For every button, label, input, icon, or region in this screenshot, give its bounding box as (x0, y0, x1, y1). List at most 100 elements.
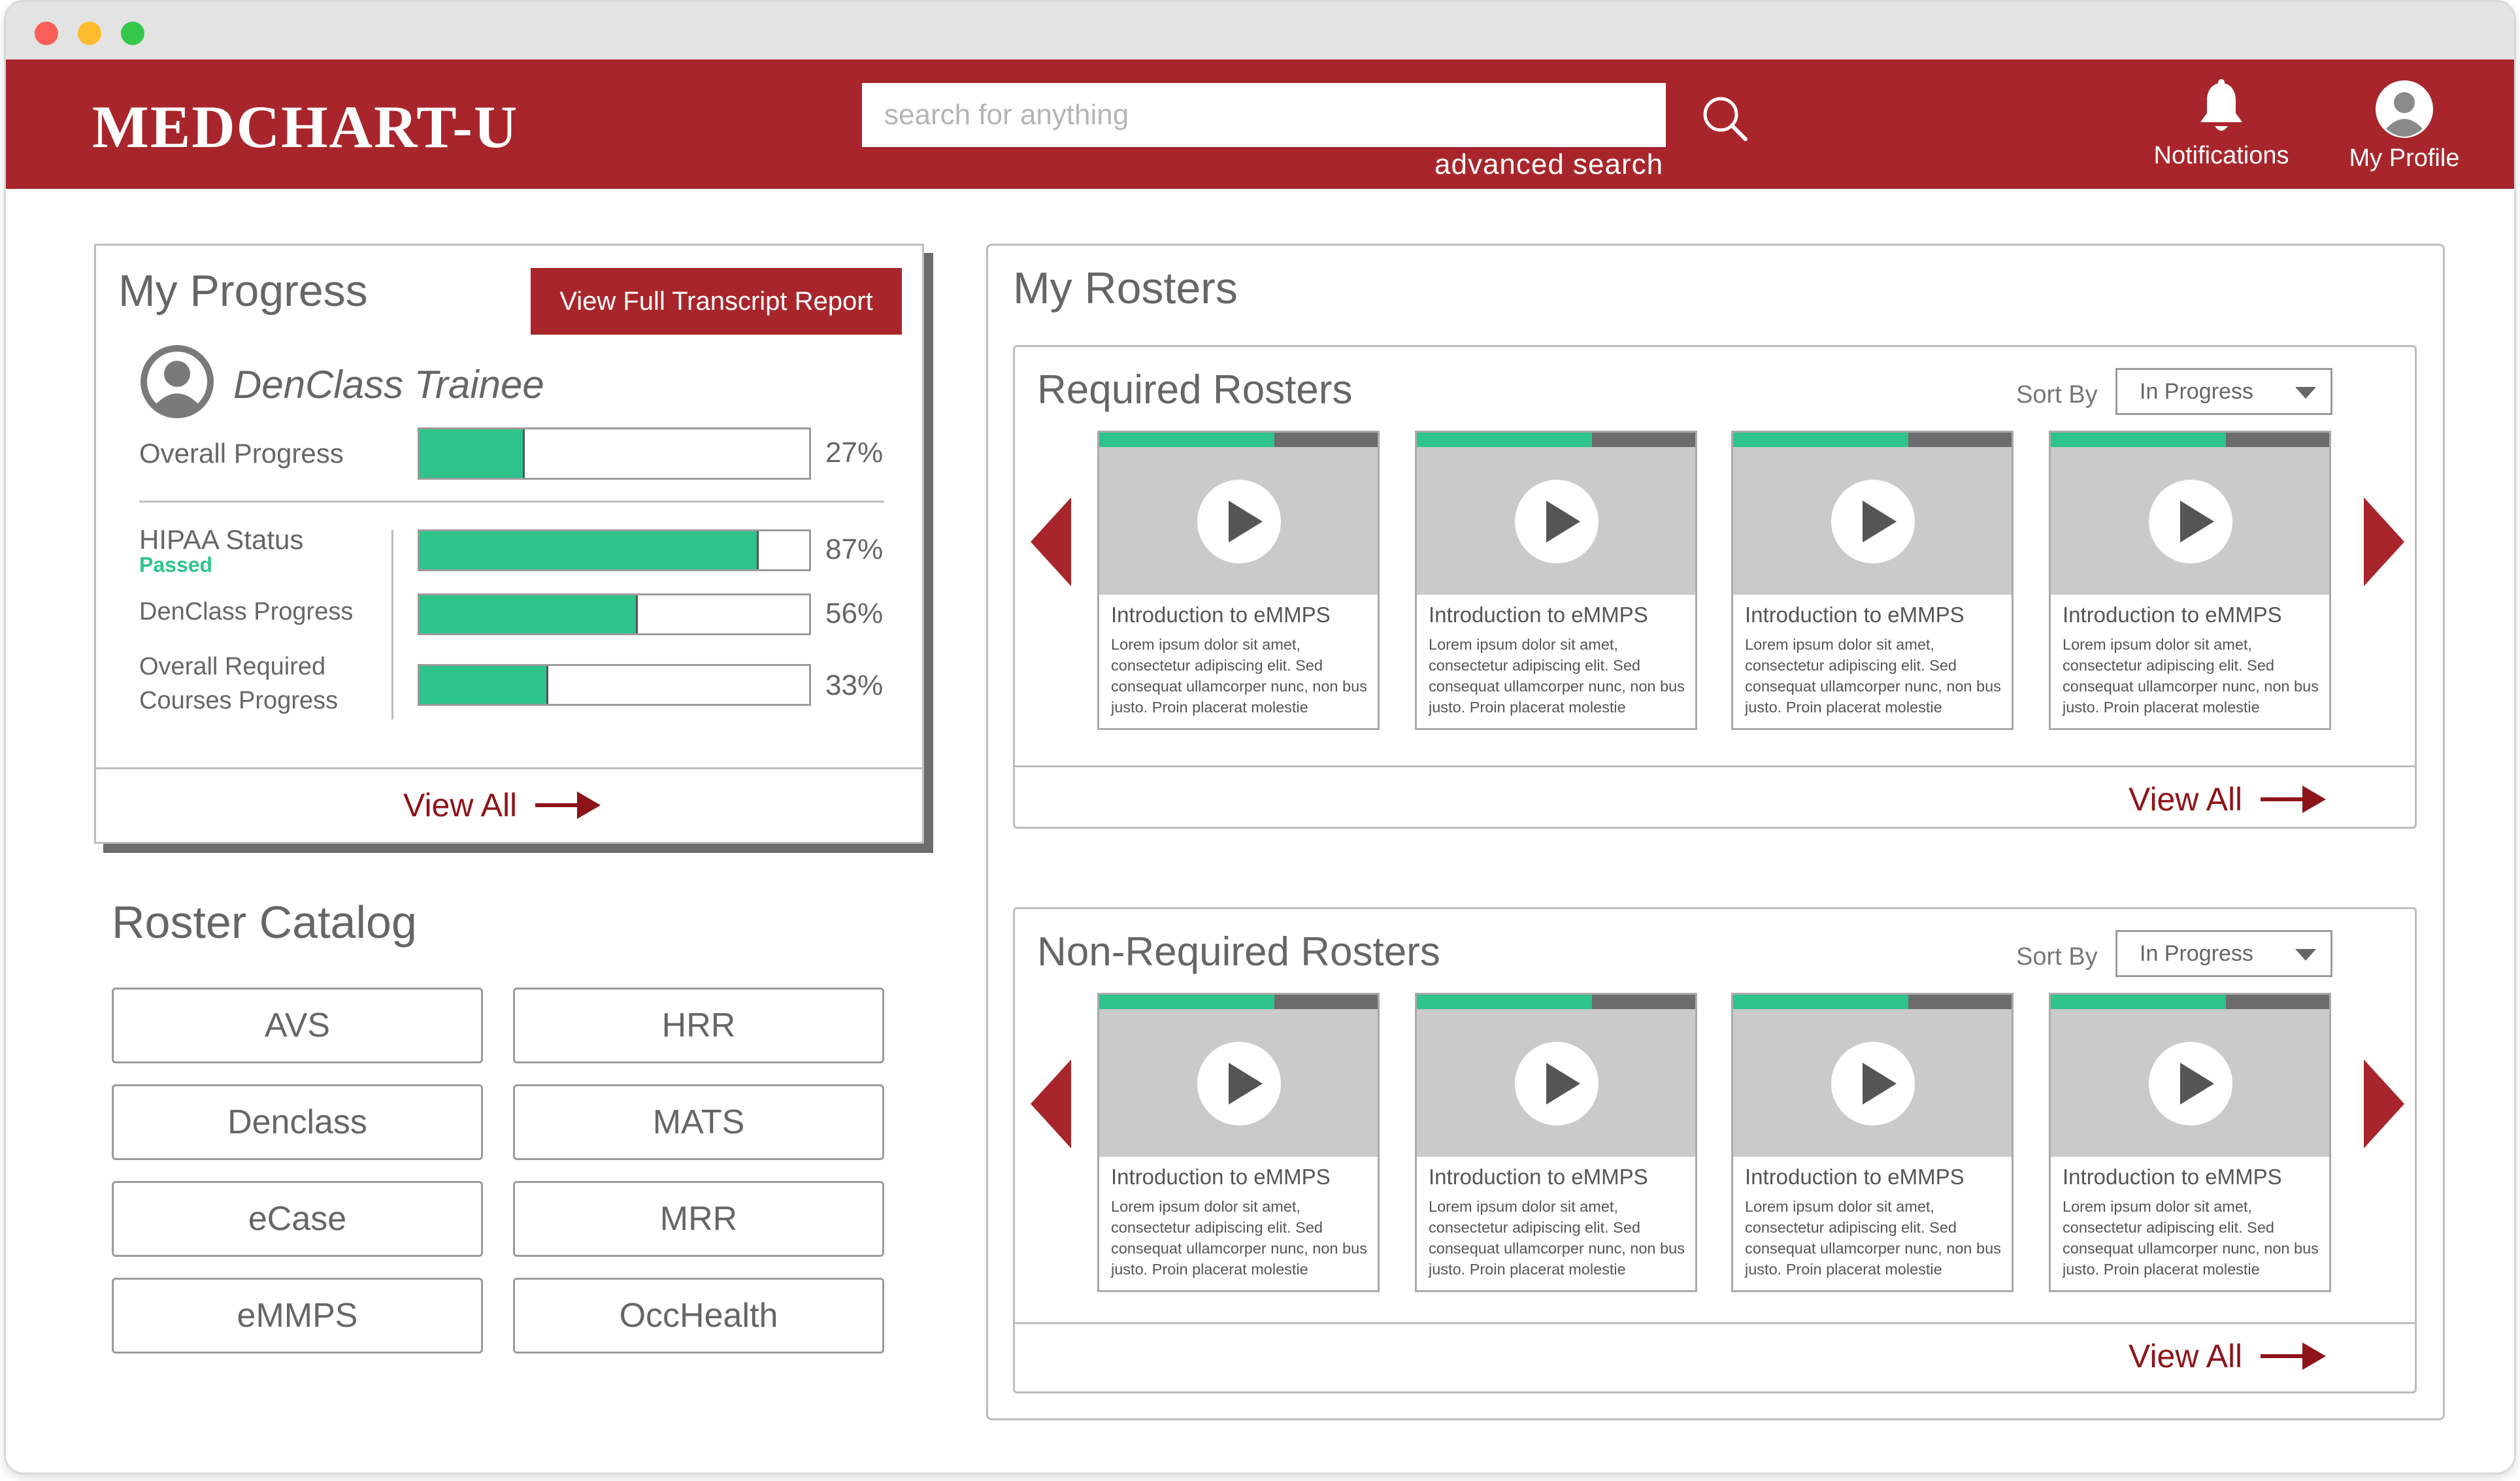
hipaa-status-label: HIPAA Status (139, 524, 304, 555)
carousel-next-arrow-icon[interactable] (2361, 1058, 2407, 1150)
roster-card[interactable]: Introduction to eMMPS Lorem ipsum dolor … (1731, 993, 2014, 1292)
progress-view-all-link[interactable]: View All (403, 786, 603, 824)
roster-card-description: Lorem ipsum dolor sit amet, consectetur … (1745, 1198, 2001, 1278)
required-courses-label-line1: Overall Required (139, 653, 326, 680)
required-view-all-link[interactable]: View All (2129, 780, 2329, 818)
progress-divider (139, 501, 884, 503)
video-thumbnail (1099, 1009, 1378, 1157)
roster-card[interactable]: Introduction to eMMPS Lorem ipsum dolor … (1731, 431, 2014, 730)
view-all-label: View All (2129, 1338, 2243, 1374)
carousel-prev-arrow-icon[interactable] (1028, 1058, 1074, 1150)
play-icon[interactable] (1197, 1042, 1281, 1125)
roster-card-title: Introduction to eMMPS (2063, 603, 2282, 627)
roster-card-description: Lorem ipsum dolor sit amet, consectetur … (1111, 1198, 1367, 1278)
roster-card-description: Lorem ipsum dolor sit amet, consectetur … (1745, 636, 2001, 716)
roster-progress-fill (1417, 433, 1593, 447)
my-rosters-title: My Rosters (1013, 263, 1238, 313)
progress-vertical-divider (391, 530, 393, 720)
required-sort-dropdown[interactable]: In Progress (2115, 368, 2332, 415)
roster-progress-bar (1099, 433, 1378, 447)
carousel-next-arrow-icon[interactable] (2361, 496, 2407, 588)
maximize-window-button[interactable] (121, 22, 144, 45)
view-all-label: View All (2129, 781, 2243, 818)
notifications-button[interactable]: Notifications (2143, 79, 2300, 170)
search-input[interactable] (862, 83, 1666, 147)
sort-dropdown-value: In Progress (2140, 379, 2253, 404)
play-icon[interactable] (2149, 1042, 2232, 1125)
app-window: MEDCHART-U advanced search Notifications… (4, 0, 2516, 1474)
video-thumbnail (1417, 1009, 1695, 1157)
catalog-button-hrr[interactable]: HRR (513, 988, 884, 1063)
roster-progress-fill (1733, 995, 1909, 1009)
roster-progress-bar (2051, 433, 2329, 447)
catalog-button-ecase[interactable]: eCase (112, 1181, 483, 1257)
arrow-right-icon (535, 791, 601, 819)
view-transcript-button[interactable]: View Full Transcript Report (531, 268, 902, 335)
hipaa-passed-badge: Passed (139, 553, 213, 576)
my-rosters-card: My Rosters Required Rosters Sort By In P… (986, 244, 2445, 1420)
required-rosters-title: Required Rosters (1037, 367, 1353, 412)
sort-by-label: Sort By (2016, 943, 2098, 971)
catalog-button-mats[interactable]: MATS (513, 1084, 884, 1160)
catalog-button-mrr[interactable]: MRR (513, 1181, 884, 1257)
my-progress-title: My Progress (118, 266, 368, 316)
roster-card-description: Lorem ipsum dolor sit amet, consectetur … (2063, 1198, 2319, 1278)
roster-progress-fill (1099, 995, 1275, 1009)
required-courses-label-line2: Courses Progress (139, 687, 339, 714)
profile-label: My Profile (2349, 144, 2460, 172)
non-required-sort-dropdown[interactable]: In Progress (2115, 930, 2332, 977)
roster-progress-fill (2051, 995, 2227, 1009)
top-header: MEDCHART-U advanced search Notifications… (6, 59, 2514, 189)
roster-card-title: Introduction to eMMPS (1429, 603, 1648, 627)
roster-card-description: Lorem ipsum dolor sit amet, consectetur … (1111, 636, 1367, 716)
profile-button[interactable]: My Profile (2326, 79, 2483, 173)
catalog-button-emmps[interactable]: eMMPS (112, 1278, 483, 1354)
required-courses-percent: 33% (825, 669, 884, 701)
roster-progress-fill (1733, 433, 1909, 447)
roster-card-description: Lorem ipsum dolor sit amet, consectetur … (1429, 1198, 1685, 1278)
sort-by-label: Sort By (2016, 381, 2098, 408)
roster-card-title: Introduction to eMMPS (1111, 603, 1331, 627)
trainee-name: DenClass Trainee (233, 363, 544, 407)
denclass-progress-fill (420, 595, 638, 633)
play-icon[interactable] (2149, 480, 2232, 563)
play-icon[interactable] (1515, 1042, 1599, 1125)
roster-card[interactable]: Introduction to eMMPS Lorem ipsum dolor … (2049, 431, 2331, 730)
catalog-button-denclass[interactable]: Denclass (112, 1084, 483, 1160)
play-icon[interactable] (1197, 480, 1281, 563)
roster-card[interactable]: Introduction to eMMPS Lorem ipsum dolor … (1097, 993, 1380, 1292)
non-required-view-all-link[interactable]: View All (2129, 1337, 2329, 1375)
overall-progress-bar (418, 427, 811, 480)
roster-progress-bar (1417, 995, 1695, 1009)
roster-card[interactable]: Introduction to eMMPS Lorem ipsum dolor … (2049, 993, 2331, 1292)
roster-card[interactable]: Introduction to eMMPS Lorem ipsum dolor … (1415, 993, 1697, 1292)
hipaa-progress-bar (418, 529, 811, 571)
overall-progress-fill (420, 429, 525, 478)
play-icon[interactable] (1515, 480, 1599, 563)
play-icon[interactable] (1831, 1042, 1915, 1125)
video-thumbnail (2051, 447, 2329, 595)
site-logo[interactable]: MEDCHART-U (92, 92, 518, 161)
roster-progress-bar (1733, 433, 2012, 447)
roster-card[interactable]: Introduction to eMMPS Lorem ipsum dolor … (1415, 431, 1697, 730)
search-icon[interactable] (1699, 92, 1751, 144)
denclass-percent: 56% (825, 597, 884, 629)
minimize-window-button[interactable] (78, 22, 101, 45)
required-courses-progress-fill (420, 666, 548, 704)
chevron-down-icon (2295, 387, 2316, 399)
carousel-prev-arrow-icon[interactable] (1028, 496, 1074, 588)
required-rosters-footer: View All (1015, 765, 2415, 827)
catalog-button-avs[interactable]: AVS (112, 988, 483, 1063)
advanced-search-link[interactable]: advanced search (1434, 148, 1663, 181)
catalog-button-occhealth[interactable]: OccHealth (513, 1278, 884, 1354)
denclass-progress-label: DenClass Progress (139, 598, 354, 625)
roster-progress-fill (2051, 433, 2227, 447)
arrow-right-icon (2261, 786, 2327, 813)
play-icon[interactable] (1831, 480, 1915, 563)
trainee-avatar-icon (141, 345, 214, 418)
roster-card[interactable]: Introduction to eMMPS Lorem ipsum dolor … (1097, 431, 1380, 730)
roster-progress-bar (1099, 995, 1378, 1009)
required-courses-progress-bar (418, 664, 811, 706)
video-thumbnail (2051, 1009, 2329, 1157)
close-window-button[interactable] (35, 22, 58, 45)
